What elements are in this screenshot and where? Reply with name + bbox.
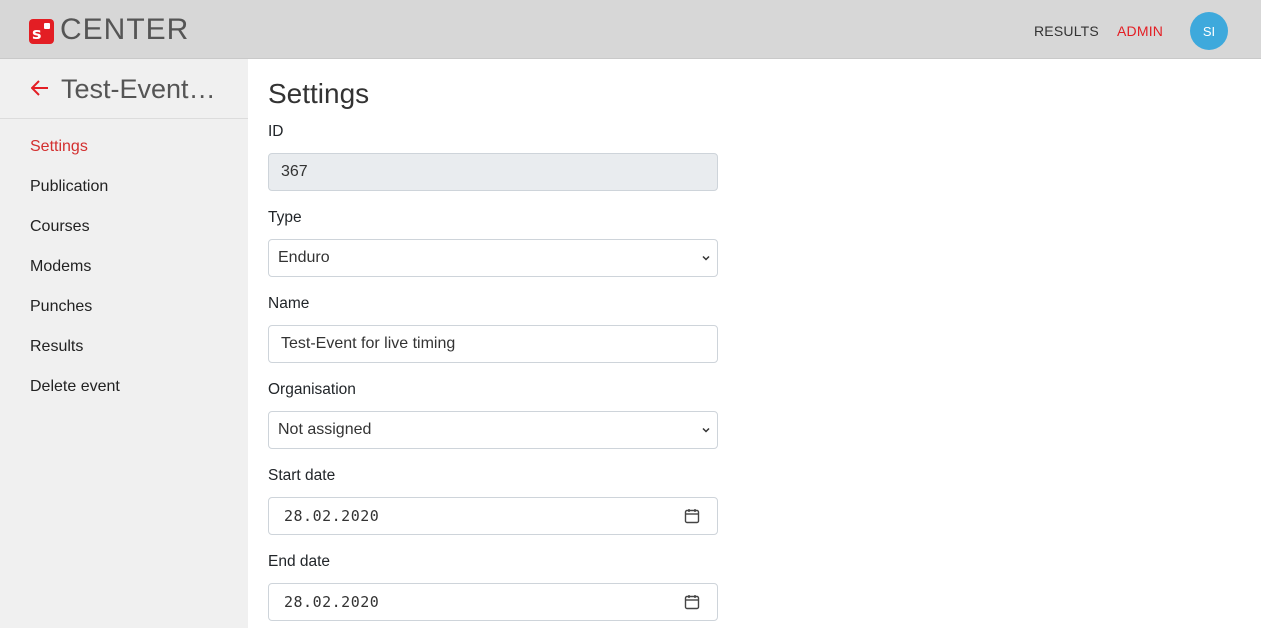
calendar-icon[interactable] (684, 508, 700, 524)
start-date-value: 28.02.2020 (284, 507, 380, 525)
si-center-logo[interactable]: s CENTER (29, 15, 189, 45)
sidebar-item-modems[interactable]: Modems (30, 258, 120, 298)
logo-dot (44, 22, 50, 29)
sidebar-item-delete-event[interactable]: Delete event (30, 378, 120, 418)
sidebar-item-courses[interactable]: Courses (30, 218, 120, 258)
organisation-label: Organisation (268, 381, 356, 398)
end-date-value: 28.02.2020 (284, 593, 380, 611)
arrow-left-icon[interactable] (30, 78, 49, 100)
sidebar-header: Test-Event for live timing (0, 59, 248, 119)
name-label: Name (268, 295, 310, 312)
name-value: Test-Event for live timing (281, 335, 456, 352)
sidebar-item-results[interactable]: Results (30, 338, 120, 378)
nav-admin-link[interactable]: ADMIN (1117, 23, 1163, 39)
type-value: Enduro (278, 249, 330, 266)
page-title: Settings (268, 78, 370, 109)
organisation-select[interactable]: Not assigned (268, 411, 718, 449)
logo-text: CENTER (60, 13, 190, 46)
type-label: Type (268, 209, 302, 226)
organisation-value: Not assigned (278, 421, 372, 438)
chevron-down-icon (702, 427, 710, 433)
start-date-input[interactable]: 28.02.2020 (268, 497, 718, 535)
id-value: 367 (281, 163, 308, 180)
start-date-label: Start date (268, 467, 336, 484)
sidebar-menu: Settings Publication Courses Modems Punc… (30, 138, 120, 418)
id-label: ID (268, 123, 284, 140)
event-title: Test-Event for live timing (61, 74, 217, 104)
sidebar-item-publication[interactable]: Publication (30, 178, 120, 218)
name-input[interactable]: Test-Event for live timing (268, 325, 718, 363)
chevron-down-icon (702, 255, 710, 261)
end-date-label: End date (268, 553, 331, 570)
user-avatar[interactable]: SI (1190, 12, 1228, 50)
sidebar-item-punches[interactable]: Punches (30, 298, 120, 338)
end-date-input[interactable]: 28.02.2020 (268, 583, 718, 621)
settings-form: Settings ID 367 Type Enduro Name Test-Ev… (268, 59, 718, 621)
top-navbar: s CENTER RESULTS ADMIN SI (0, 0, 1261, 59)
type-select[interactable]: Enduro (268, 239, 718, 277)
id-field: 367 (268, 153, 718, 191)
logo-mark-letter: s (32, 23, 42, 43)
calendar-icon[interactable] (684, 594, 700, 610)
logo-mark-icon: s (29, 18, 54, 44)
nav-results-link[interactable]: RESULTS (1034, 23, 1099, 39)
sidebar-item-settings[interactable]: Settings (30, 138, 120, 178)
sidebar: Test-Event for live timing Settings Publ… (0, 59, 248, 628)
